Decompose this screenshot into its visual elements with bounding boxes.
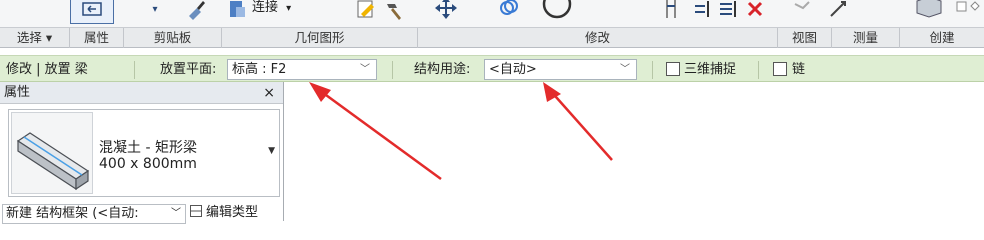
join-geometry-icon[interactable] [226,0,248,22]
edit-type-button[interactable]: 编辑类型 [190,204,258,224]
properties-palette: 属性 × 混凝土 - 矩形梁 400 x 800mm ▼ 新建 结构框架 (<自… [0,82,284,224]
properties-title: 属性 [4,85,31,100]
placement-plane-select[interactable]: 标高 : F2 ﹀ [227,59,377,80]
options-bar: 修改 | 放置 梁 放置平面: 标高 : F2 ﹀ 结构用途: <自动> ﹀ 三… [0,55,984,82]
circle-icon[interactable] [540,0,574,22]
panel-clipboard: 剪贴板 [124,28,222,48]
panel-modify: 修改 [418,28,778,48]
edit-type-label: 编辑类型 [206,205,259,220]
annotation-arrow-line [547,87,613,161]
join-label: 连接 [252,0,279,15]
view-tool-icon[interactable] [790,0,814,22]
chain-label: 链 [792,62,806,77]
copy-icon[interactable] [496,0,522,22]
ribbon: ▾ 连接 ▾ [0,0,984,28]
ribbon-panel-labels: 选择 ▾ 属性 剪贴板 几何图形 修改 视图 测量 创建 [0,28,984,48]
close-icon[interactable]: × [263,82,275,104]
annotation-arrow-head [309,82,331,102]
panel-select[interactable]: 选择 ▾ [0,28,70,48]
split-icon[interactable] [660,0,684,22]
panel-create: 创建 [929,30,955,45]
options-divider [652,61,653,79]
panel-geometry: 几何图形 [222,28,418,48]
new-instance-filter[interactable]: 新建 结构框架 (<自动: ﹀ [2,204,186,224]
three-d-snapping-label: 三维捕捉 [684,62,737,77]
join-button[interactable]: 连接 ▾ [252,0,291,22]
extend-icon[interactable] [716,0,740,22]
chevron-down-icon: ﹀ [620,64,630,75]
join-arrow: ▾ [286,3,292,14]
panel-view: 视图 [778,28,832,48]
panel-properties: 属性 [70,28,124,48]
structural-usage-label: 结构用途: [414,62,471,77]
properties-header: 属性 × [0,82,283,104]
canvas-overlay [309,82,613,181]
options-divider [134,61,135,79]
paint-brush-icon[interactable] [184,0,208,22]
edit-pencil-icon[interactable] [354,0,378,22]
delete-icon[interactable] [744,0,766,22]
placement-plane-value: 标高 : F2 [232,62,287,77]
chevron-down-icon: ﹀ [171,208,181,219]
type-name: 混凝土 - 矩形梁 [99,140,197,156]
beam-thumbnail-icon [11,112,93,194]
placement-plane-label: 放置平面: [160,62,217,77]
options-divider [392,61,393,79]
drawing-area[interactable] [285,82,984,221]
trim-icon[interactable] [690,0,714,22]
chevron-down-icon: ﹀ [360,64,370,75]
chain-checkbox[interactable] [773,62,787,76]
options-divider [758,61,759,79]
move-icon[interactable] [430,0,462,22]
type-size: 400 x 800mm [99,156,197,172]
three-d-snapping-checkbox[interactable] [666,62,680,76]
annotation-arrow-line [314,85,442,181]
structural-usage-select[interactable]: <自动> ﹀ [484,59,637,80]
create-component-icon[interactable] [912,0,952,22]
panel-measure: 测量 [832,28,900,48]
type-selector[interactable]: 混凝土 - 矩形梁 400 x 800mm ▼ [8,109,280,197]
context-label: 修改 | 放置 梁 [6,62,88,77]
dropdown-arrow-icon[interactable]: ▾ [148,0,162,18]
hammer-icon[interactable] [382,0,406,22]
structural-usage-value: <自动> [489,62,537,77]
measure-icon[interactable] [826,0,852,22]
edit-type-icon [190,205,202,217]
select-tool-icon[interactable] [70,0,114,24]
type-selector-arrow[interactable]: ▼ [268,146,275,156]
new-instance-label: 新建 结构框架 (<自动: [6,206,139,221]
create-parts-icon[interactable] [954,0,982,22]
